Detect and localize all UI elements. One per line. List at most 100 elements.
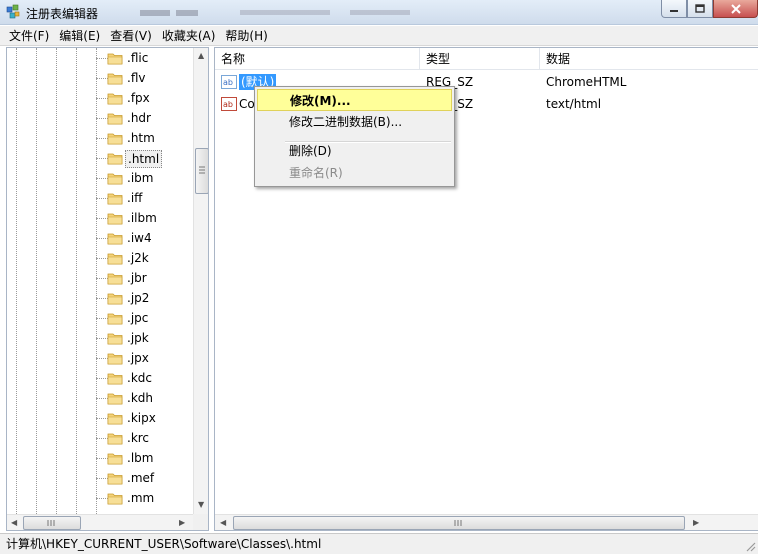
tree-item-label[interactable]: .jbr — [125, 270, 149, 286]
folder-icon — [107, 193, 123, 205]
value-data: text/html — [546, 97, 602, 111]
tree-item-label[interactable]: .mef — [125, 470, 156, 486]
close-button[interactable] — [713, 0, 758, 18]
list-horizontal-scrollbar[interactable]: ◀ ▶ — [215, 514, 758, 530]
registry-key-tree[interactable]: .flic .flv .fpx .hdr .htm .html .ibm .iff .ilbm.… — [6, 47, 209, 531]
minimize-button[interactable] — [661, 0, 687, 18]
scroll-right-arrow-icon[interactable]: ▶ — [179, 518, 185, 528]
menu-item-rename: 重命名(R) — [289, 166, 343, 180]
tree-item-label[interactable]: .ibm — [125, 170, 155, 186]
tree-item-label[interactable]: .ilbm — [125, 210, 159, 226]
tree-item[interactable]: .kipx — [7, 408, 193, 428]
list-header: 名称 类型 数据 — [215, 48, 758, 70]
registry-editor-icon — [6, 4, 20, 19]
scroll-left-arrow-icon[interactable]: ◀ — [11, 518, 17, 528]
tree-item[interactable]: .jpk — [7, 328, 193, 348]
menu-item-delete[interactable]: 删除(D) — [257, 140, 452, 162]
tree-item-label[interactable]: .kipx — [125, 410, 158, 426]
scroll-up-arrow-icon[interactable]: ▲ — [198, 51, 204, 61]
tree-horizontal-scroll-thumb[interactable] — [23, 516, 81, 530]
tree-item-label[interactable]: .iw4 — [125, 230, 154, 246]
tree-item[interactable]: .j2k — [7, 248, 193, 268]
menu-item-modify-binary[interactable]: 修改二进制数据(B)... — [257, 111, 452, 133]
menu-bar: 文件(F) 编辑(E) 查看(V) 收藏夹(A) 帮助(H) — [0, 26, 758, 46]
menu-help[interactable]: 帮助(H) — [220, 26, 272, 46]
tree-item-label[interactable]: .jpx — [125, 350, 151, 366]
folder-icon — [107, 233, 123, 245]
column-header-name[interactable]: 名称 — [215, 48, 420, 70]
svg-text:ab: ab — [223, 78, 233, 87]
column-header-type[interactable]: 类型 — [420, 48, 540, 70]
folder-icon — [107, 493, 123, 505]
scroll-right-arrow-icon[interactable]: ▶ — [693, 518, 699, 528]
grip-icon — [454, 520, 462, 526]
folder-icon — [107, 173, 123, 185]
tree-vertical-scroll-thumb[interactable] — [195, 148, 208, 194]
tree-item[interactable]: .ibm — [7, 168, 193, 188]
folder-icon — [107, 373, 123, 385]
menu-view[interactable]: 查看(V) — [105, 26, 157, 46]
menu-edit[interactable]: 编辑(E) — [54, 26, 105, 46]
tree-view[interactable]: .flic .flv .fpx .hdr .htm .html .ibm .iff .ilbm.… — [7, 48, 193, 514]
scroll-left-arrow-icon[interactable]: ◀ — [220, 518, 226, 528]
tree-item[interactable]: .jpx — [7, 348, 193, 368]
tree-item[interactable]: .jpc — [7, 308, 193, 328]
tree-horizontal-scrollbar[interactable]: ◀ ▶ — [7, 514, 193, 530]
folder-icon — [107, 433, 123, 445]
tree-item[interactable]: .hdr — [7, 108, 193, 128]
tree-item-label[interactable]: .kdh — [125, 390, 155, 406]
folder-icon — [107, 133, 123, 145]
tree-item-label[interactable]: .mm — [125, 490, 156, 506]
tree-item[interactable]: .mm — [7, 488, 193, 508]
tree-item[interactable]: .kdh — [7, 388, 193, 408]
tree-vertical-scrollbar[interactable]: ▲ ▼ — [193, 48, 208, 514]
menu-favorites[interactable]: 收藏夹(A) — [157, 26, 221, 46]
tree-item[interactable]: .jp2 — [7, 288, 193, 308]
folder-icon — [107, 53, 123, 65]
tree-item[interactable]: .krc — [7, 428, 193, 448]
menu-file[interactable]: 文件(F) — [4, 26, 54, 46]
scroll-down-arrow-icon[interactable]: ▼ — [198, 500, 204, 510]
tree-item[interactable]: .kdc — [7, 368, 193, 388]
column-header-data[interactable]: 数据 — [540, 48, 758, 70]
tree-item[interactable]: .iff — [7, 188, 193, 208]
scrollbar-corner — [193, 514, 208, 530]
menu-item-modify[interactable]: 修改(M)... — [257, 89, 452, 111]
tree-item-label[interactable]: .lbm — [125, 450, 155, 466]
tree-item-label[interactable]: .iff — [125, 190, 144, 206]
grip-icon — [47, 520, 55, 526]
folder-icon — [107, 113, 123, 125]
tree-item-label[interactable]: .kdc — [125, 370, 154, 386]
tree-item[interactable]: .fpx — [7, 88, 193, 108]
tree-item[interactable]: .mef — [7, 468, 193, 488]
minimize-icon — [670, 9, 678, 12]
tree-item-label[interactable]: .flic — [125, 50, 150, 66]
maximize-button[interactable] — [687, 0, 713, 18]
tree-item[interactable]: .htm — [7, 128, 193, 148]
tree-item-label[interactable]: .krc — [125, 430, 151, 446]
tree-item[interactable]: .flic — [7, 48, 193, 68]
title-bar[interactable]: 注册表编辑器 — [0, 0, 758, 25]
svg-text:ab: ab — [223, 100, 233, 109]
tree-item[interactable]: .jbr — [7, 268, 193, 288]
tree-item-label[interactable]: .jp2 — [125, 290, 151, 306]
tree-item[interactable]: .ilbm — [7, 208, 193, 228]
context-menu: 修改(M)... 修改二进制数据(B)... 删除(D) 重命名(R) — [254, 86, 455, 187]
tree-item[interactable]: .iw4 — [7, 228, 193, 248]
tree-item-label[interactable]: .flv — [125, 70, 147, 86]
folder-icon — [107, 413, 123, 425]
value-name[interactable]: Co — [239, 96, 255, 112]
tree-item[interactable]: .flv — [7, 68, 193, 88]
tree-item-label[interactable]: .hdr — [125, 110, 153, 126]
tree-item-label[interactable]: .jpk — [125, 330, 151, 346]
tree-item[interactable]: .html — [7, 148, 193, 168]
folder-icon — [107, 453, 123, 465]
resize-grip-icon[interactable] — [744, 540, 756, 552]
tree-item-label[interactable]: .htm — [125, 130, 157, 146]
tree-item-label[interactable]: .jpc — [125, 310, 150, 326]
tree-item-label[interactable]: .j2k — [125, 250, 151, 266]
tree-item-label[interactable]: .html — [125, 150, 163, 168]
tree-item[interactable]: .lbm — [7, 448, 193, 468]
tree-item-label[interactable]: .fpx — [125, 90, 152, 106]
list-horizontal-scroll-thumb[interactable] — [233, 516, 685, 530]
